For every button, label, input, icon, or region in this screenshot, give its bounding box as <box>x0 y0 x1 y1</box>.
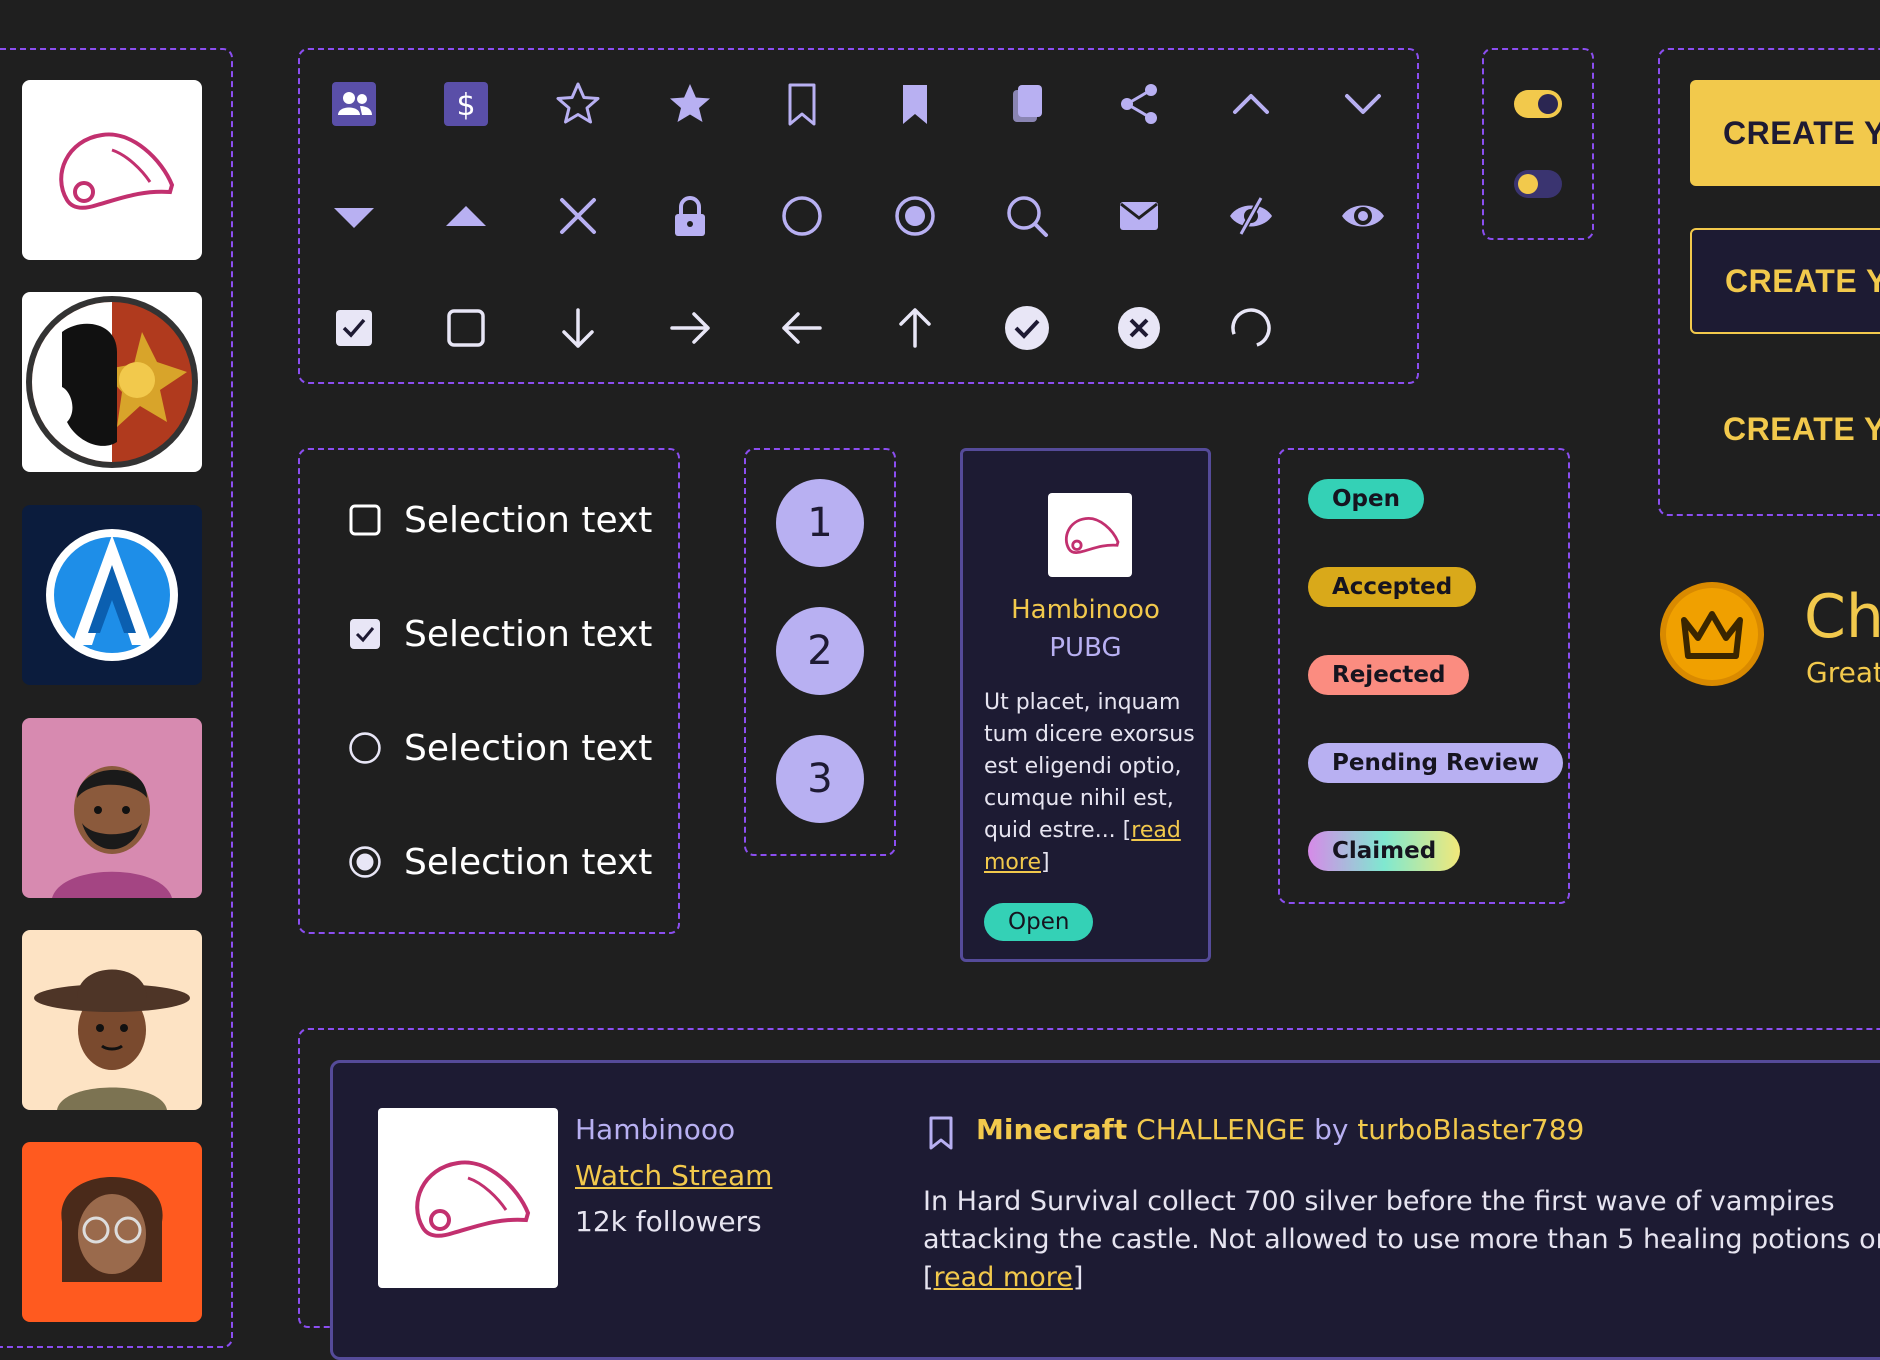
create-secondary-button[interactable]: CREATE YOUR <box>1690 228 1880 334</box>
stream-followers: 12k followers <box>575 1205 762 1238</box>
challenge-type: CHALLENGE <box>1136 1113 1306 1146</box>
crown-icon <box>1658 580 1766 688</box>
lock-icon[interactable] <box>662 188 718 244</box>
toggle-off[interactable] <box>1514 170 1562 198</box>
toggle-knob <box>1538 94 1558 114</box>
badge-pending-review: Pending Review <box>1308 743 1564 783</box>
person-icon <box>61 1177 163 1282</box>
badge-open: Open <box>1308 479 1424 519</box>
card-status-badge: Open <box>984 903 1094 941</box>
challenge-title: Cha <box>1804 582 1880 652</box>
chevron-up-icon[interactable] <box>1223 76 1279 132</box>
avatar-logo-meat[interactable] <box>22 80 202 260</box>
caret-up-icon[interactable] <box>438 188 494 244</box>
star-filled-icon[interactable] <box>662 76 718 132</box>
a-logo-icon <box>46 529 178 661</box>
create-primary-button[interactable]: CREATE YOUR <box>1690 80 1880 186</box>
radio-empty-icon[interactable] <box>774 188 830 244</box>
selection-item-checkbox-1[interactable]: Selection text <box>348 495 652 545</box>
arrow-up-icon[interactable] <box>887 300 943 356</box>
avatar-blue-a[interactable] <box>22 505 202 685</box>
person-icon <box>34 969 190 1110</box>
challenge-heading: Minecraft CHALLENGE by turboBlaster789 <box>976 1113 1584 1146</box>
toggle-knob <box>1518 174 1538 194</box>
bookmark-outline-icon[interactable] <box>774 76 830 132</box>
step-3[interactable]: 3 <box>776 735 864 823</box>
selection-label: Selection text <box>404 613 653 655</box>
badge-rejected: Rejected <box>1308 655 1470 695</box>
checkbox-checked-icon <box>348 617 382 651</box>
step-2[interactable]: 2 <box>776 607 864 695</box>
selection-label: Selection text <box>404 841 653 883</box>
card-logo <box>1048 493 1132 577</box>
eye-off-icon[interactable] <box>1223 188 1279 244</box>
profile-card[interactable]: Hambinooo PUBG Ut placet, inquam tum dic… <box>960 448 1211 962</box>
selection-item-checkbox-2[interactable]: Selection text <box>348 609 652 659</box>
challenge-author[interactable]: turboBlaster789 <box>1357 1113 1584 1146</box>
radio-selected-icon[interactable] <box>887 188 943 244</box>
badge-claimed: Claimed <box>1308 831 1461 871</box>
challenge-description-text: In Hard Survival collect 700 silver befo… <box>923 1186 1880 1255</box>
copy-icon[interactable] <box>999 76 1055 132</box>
radio-selected-icon <box>348 845 382 879</box>
checkbox-checked-icon[interactable] <box>326 300 382 356</box>
spinner-icon[interactable] <box>1223 300 1279 356</box>
avatar-glasses-man[interactable] <box>22 1142 202 1322</box>
challenge-game: Minecraft <box>976 1113 1128 1146</box>
challenge-subtitle: Greatr <box>1806 656 1880 689</box>
stream-logo <box>378 1108 558 1288</box>
person-icon <box>52 766 172 898</box>
card-game: PUBG <box>1049 633 1122 663</box>
checkbox-empty-icon <box>348 503 382 537</box>
users-icon[interactable] <box>326 76 382 132</box>
mail-icon[interactable] <box>1111 188 1167 244</box>
selection-label: Selection text <box>404 499 653 541</box>
badge-accepted: Accepted <box>1308 567 1477 607</box>
toggle-frame <box>1482 48 1594 240</box>
caret-down-icon[interactable] <box>326 188 382 244</box>
selection-item-radio-2[interactable]: Selection text <box>348 837 652 887</box>
arrow-left-icon[interactable] <box>774 300 830 356</box>
eye-icon[interactable] <box>1335 188 1391 244</box>
bearded-sun-icon <box>26 296 198 468</box>
stream-card[interactable]: Hambinooo Watch Stream 12k followers Min… <box>330 1060 1880 1360</box>
step-1[interactable]: 1 <box>776 479 864 567</box>
stream-name: Hambinooo <box>575 1113 736 1146</box>
selection-label: Selection text <box>404 727 653 769</box>
avatar-bearded-sun[interactable] <box>22 292 202 472</box>
avatar-bearded-man[interactable] <box>22 718 202 898</box>
avatar-cowboy[interactable] <box>22 930 202 1110</box>
card-name: Hambinooo <box>1011 595 1160 625</box>
watch-stream-link[interactable]: Watch Stream <box>575 1159 772 1192</box>
challenge-by: by <box>1314 1113 1349 1146</box>
meat-logo-icon <box>415 1160 531 1238</box>
arrow-right-icon[interactable] <box>662 300 718 356</box>
close-icon[interactable] <box>550 188 606 244</box>
bookmark-outline-icon[interactable] <box>923 1115 959 1151</box>
x-circle-icon[interactable] <box>1111 300 1167 356</box>
bookmark-filled-icon[interactable] <box>887 76 943 132</box>
card-description: Ut placet, inquam tum dicere exorsus est… <box>984 690 1195 875</box>
radio-empty-icon <box>348 731 382 765</box>
checkbox-empty-icon[interactable] <box>438 300 494 356</box>
challenge-read-more-link[interactable]: read more <box>934 1262 1073 1293</box>
dollar-icon[interactable]: $ <box>438 76 494 132</box>
toggle-on[interactable] <box>1514 90 1562 118</box>
challenge-description: In Hard Survival collect 700 silver befo… <box>923 1183 1880 1297</box>
create-tertiary-button[interactable]: CREATE YOUR <box>1690 376 1880 482</box>
svg-text:$: $ <box>457 88 476 123</box>
meat-logo-icon <box>1064 517 1120 555</box>
chevron-down-icon[interactable] <box>1335 76 1391 132</box>
selection-item-radio-1[interactable]: Selection text <box>348 723 652 773</box>
arrow-down-icon[interactable] <box>550 300 606 356</box>
search-icon[interactable] <box>999 188 1055 244</box>
star-outline-icon[interactable] <box>550 76 606 132</box>
check-circle-icon[interactable] <box>999 300 1055 356</box>
meat-logo-icon <box>59 132 175 210</box>
share-icon[interactable] <box>1111 76 1167 132</box>
